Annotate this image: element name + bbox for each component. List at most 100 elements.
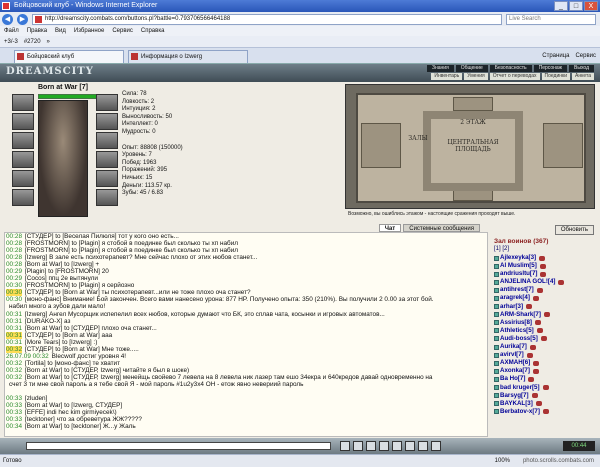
menu-file[interactable]: Файл (4, 26, 19, 36)
chat-timestamp[interactable]: 00:31 (6, 311, 22, 318)
user-list-item[interactable]: Axonka[7] (494, 367, 598, 375)
shield-slot[interactable] (96, 151, 118, 168)
user-nick[interactable]: aragrek[4] (500, 294, 530, 302)
subnav-fights[interactable]: Поединки (541, 73, 571, 80)
user-list-item[interactable]: avirvl[7] (494, 351, 598, 359)
menu-help[interactable]: Справка (141, 26, 165, 36)
chat-timestamp[interactable]: 00:33 (6, 416, 22, 423)
user-nick[interactable]: Aurika[7] (500, 343, 527, 351)
refresh-button[interactable]: Обновить (554, 225, 594, 235)
helmet-slot[interactable] (12, 94, 34, 111)
info-icon[interactable] (558, 279, 565, 285)
nav-knowledge[interactable]: Знания (426, 65, 454, 72)
pants-slot[interactable] (96, 170, 118, 187)
menu-favorites[interactable]: Избранное (74, 26, 104, 36)
user-nick[interactable]: Barsyg[7] (500, 392, 529, 400)
links-id[interactable]: #2720 (24, 36, 41, 47)
sound-icon[interactable] (405, 441, 415, 451)
user-list-item[interactable]: Aurika[7] (494, 343, 598, 351)
chat-timestamp[interactable]: 00:31 (6, 325, 22, 332)
links-counter[interactable]: +3/-3 (4, 36, 18, 47)
user-list-item[interactable]: Berbatov-x[7] (494, 408, 598, 416)
chat-message[interactable]: 00:33 [EFFE] indi hec kim girmiyecek\) (5, 409, 487, 416)
amulet-slot[interactable] (96, 113, 118, 130)
info-icon[interactable] (536, 287, 543, 293)
chat-timestamp[interactable]: 00:29 (6, 275, 22, 282)
user-list-item[interactable]: andriusltu[7] (494, 270, 598, 278)
chat-timestamp[interactable]: 00:33 (6, 395, 22, 402)
chat-timestamp[interactable]: 00:28 (6, 240, 22, 247)
user-nick[interactable]: ARM-Shark[7] (500, 311, 541, 319)
page-menu-button[interactable]: Страница (542, 50, 569, 62)
chat-message[interactable]: 00:33 [tecktoner] что за обреветура ЖЖ???… (5, 416, 487, 423)
zoom-level[interactable]: 100% (495, 455, 510, 467)
chat-timestamp[interactable]: 00:28 (6, 254, 22, 261)
user-nick[interactable]: BAYKAL[3] (500, 400, 533, 408)
chat-message[interactable]: 00:32 [Born at War] to [СТУДЕР, Izwerg] ч… (5, 367, 487, 374)
info-icon[interactable] (540, 271, 547, 277)
user-nick[interactable]: antihrest[7] (500, 286, 534, 294)
menu-tools[interactable]: Сервис (112, 26, 133, 36)
user-nick[interactable]: Al Muslim[5] (500, 262, 537, 270)
info-icon[interactable] (526, 304, 533, 310)
info-icon[interactable] (532, 368, 539, 374)
chat-timestamp[interactable]: 00:31 (6, 331, 22, 339)
chat-timestamp[interactable]: 00:28 (6, 233, 22, 240)
chat-message[interactable]: 00:30 [СТУДЕР] to [Born at War] ты психот… (5, 289, 487, 297)
chat-message[interactable]: счет 3 ти мне свой пароль а я тебе свой … (5, 381, 487, 388)
chat-timestamp[interactable]: 00:33 (6, 402, 22, 409)
map-hall-right[interactable] (543, 123, 583, 168)
chat-message[interactable]: 00:33 [zluden] (5, 395, 487, 402)
user-list-item[interactable]: BAYKAL[3] (494, 400, 598, 408)
forward-arrow-icon[interactable]: ▶ (17, 13, 28, 25)
tab-fight-club[interactable]: Бойцовский клуб (14, 50, 124, 63)
user-nick[interactable]: Ba Ho[7] (500, 375, 525, 383)
chat-message[interactable]: 00:28 [FROSTMORN] to [Plagin] я стобой в … (5, 247, 487, 254)
info-icon[interactable] (528, 376, 535, 382)
chat-message[interactable]: 00:32 [СТУДЕР] to [Born at War] Мне тоже.… (5, 345, 487, 353)
links-more[interactable]: » (47, 36, 50, 47)
close-button[interactable]: X (584, 1, 598, 11)
url-input[interactable]: http://dreamscity.combats.com/buttons.pl… (32, 13, 502, 25)
nav-exit[interactable]: Выход (569, 65, 594, 72)
bracer-slot[interactable] (12, 113, 34, 130)
chat-message[interactable]: 00:28 [FROSTMORN] to [Plagin] я стобой в … (5, 240, 487, 247)
map-central-square[interactable]: ЦЕНТРАЛЬНАЯ ПЛОЩАДЬ (433, 139, 513, 153)
armor-slot[interactable] (12, 151, 34, 168)
user-list-item[interactable]: antihrest[7] (494, 286, 598, 294)
character-name[interactable]: Born at War [7] (38, 84, 88, 91)
chat-timestamp[interactable]: 00:30 (6, 282, 22, 289)
chat-message[interactable]: 00:28 [СТУДЕР] to [Веселая Пилюля] тот у … (5, 233, 487, 240)
user-nick[interactable]: andriusltu[7] (500, 270, 537, 278)
chat-message[interactable]: 00:28 [Izwerg] В зале есть психотерапевт?… (5, 254, 487, 261)
chat-message[interactable]: 00:31 [More Tears] to [Izwerg] :) (5, 339, 487, 346)
user-list-item[interactable]: Al Muslim[5] (494, 262, 598, 270)
chat-message[interactable]: 00:28 [Born at War] to [Izwerg] + (5, 261, 487, 268)
back-arrow-icon[interactable]: ◀ (2, 13, 13, 25)
chat-message[interactable]: 00:33 [Born at War] to [Izwerg, СТУДЕР] (5, 402, 487, 409)
chat-message[interactable]: 00:31 [Born at War] to [СТУДЕР] плохо оча… (5, 325, 487, 332)
character-avatar[interactable] (38, 100, 88, 217)
chat-timestamp[interactable]: 00:33 (6, 409, 22, 416)
info-icon[interactable] (535, 401, 542, 407)
user-list-item[interactable]: Athletics[5] (494, 327, 598, 335)
subnav-inventory[interactable]: Инвентарь (431, 73, 463, 80)
tab-system-messages[interactable]: Системные сообщения (403, 224, 480, 232)
chat-input[interactable] (26, 442, 331, 450)
chat-message[interactable]: 00:30 [моно-фанс] Внимание! Бой закончен.… (5, 296, 487, 303)
info-icon[interactable] (542, 409, 549, 415)
subnav-skills[interactable]: Умения (464, 73, 488, 80)
user-nick[interactable]: bad kruger[5] (500, 384, 540, 392)
info-icon[interactable] (539, 263, 546, 269)
subnav-transfers[interactable]: Отчет о переводах (489, 73, 540, 80)
exit-icon[interactable] (431, 441, 441, 451)
boots-slot[interactable] (96, 189, 118, 206)
room-pages[interactable]: [1] [2] (494, 246, 509, 252)
user-list-item[interactable]: bad kruger[5] (494, 384, 598, 392)
tab-info-izwerg[interactable]: Информация о Izwerg (128, 50, 248, 63)
user-list-item[interactable]: Audi-boss[5] (494, 335, 598, 343)
chat-message[interactable]: 00:29 [Plagin] to [FROSTMORN] 20 (5, 268, 487, 275)
chat-timestamp[interactable]: 00:32 (6, 367, 22, 374)
chat-message[interactable]: 00:31 [Izwerg] Ангел Мусорщик испепелил в… (5, 311, 487, 318)
gloves-slot[interactable] (96, 132, 118, 149)
